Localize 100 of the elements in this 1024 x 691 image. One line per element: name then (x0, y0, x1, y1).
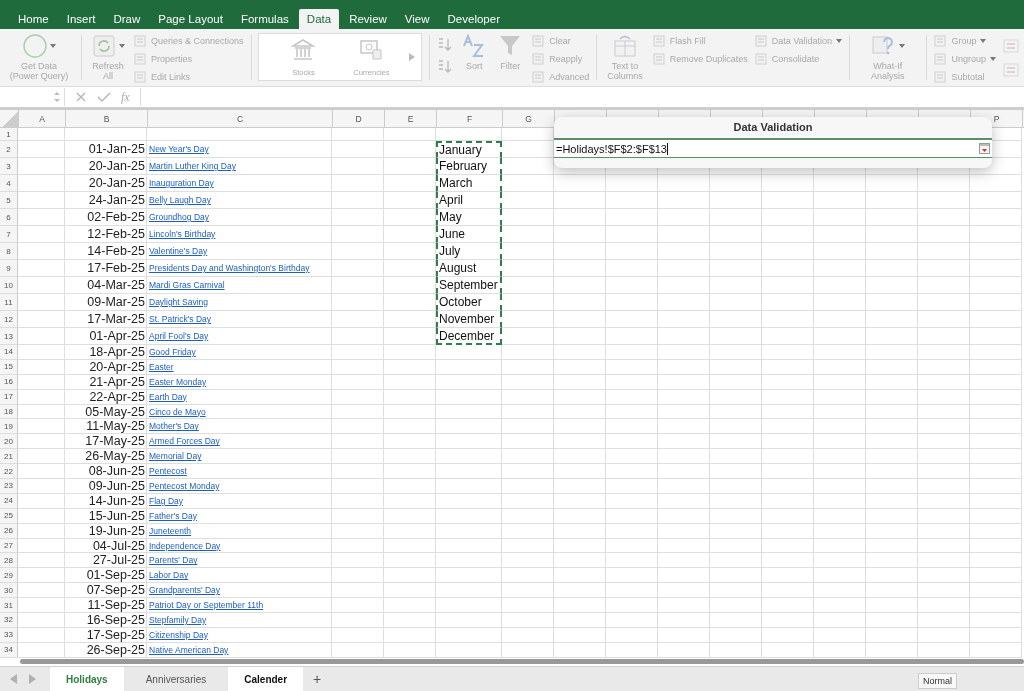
next-sheet-icon[interactable] (28, 674, 36, 684)
ribbon-tab[interactable]: Draw (105, 9, 149, 29)
row-header[interactable]: 30 (0, 583, 18, 599)
row-header[interactable]: 21 (0, 449, 18, 465)
row-header[interactable]: 31 (0, 598, 18, 614)
row-header[interactable]: 19 (0, 419, 18, 435)
sort-ascending-icon[interactable] (437, 37, 454, 53)
holiday-link[interactable]: Mardi Gras Carnival (149, 280, 225, 290)
holiday-link[interactable]: Father's Day (149, 510, 197, 521)
row-header[interactable]: 20 (0, 434, 18, 450)
stepper-icon[interactable] (54, 91, 60, 103)
holiday-link[interactable]: Pentecost (149, 466, 187, 477)
column-header[interactable]: F (437, 110, 503, 127)
holiday-link[interactable]: Martin Luther King Day (149, 161, 236, 171)
holiday-link[interactable]: Grandparents' Day (149, 585, 221, 596)
holiday-link[interactable]: Pentecost Monday (149, 480, 220, 491)
enter-icon[interactable] (97, 91, 111, 103)
date-cell: 12-Feb-25 (65, 226, 147, 243)
holiday-link[interactable]: Independence Day (149, 540, 221, 551)
ribbon-tab[interactable]: Review (341, 9, 395, 29)
holiday-link[interactable]: Citizenship Day (149, 629, 209, 640)
date-cell: 01-Jan-25 (65, 141, 147, 158)
collapse-dialog-icon[interactable] (979, 143, 990, 154)
add-sheet-button[interactable]: + (303, 667, 332, 691)
column-header[interactable]: A (19, 110, 66, 127)
row-header[interactable]: 23 (0, 479, 18, 494)
holiday-link[interactable]: April Fool's Day (149, 331, 209, 341)
holiday-link[interactable]: Mother's Day (149, 421, 199, 432)
cancel-icon[interactable] (75, 91, 87, 103)
holiday-link[interactable]: Belly Laugh Day (149, 195, 211, 205)
row-header[interactable]: 2 (0, 141, 18, 158)
holiday-link[interactable]: Daylight Saving (149, 297, 209, 307)
row-header[interactable]: 22 (0, 464, 18, 479)
holiday-link[interactable]: Earth Day (149, 391, 187, 402)
ribbon-tab[interactable]: Page Layout (150, 9, 231, 29)
ribbon-tab[interactable]: Data (298, 9, 340, 29)
holiday-link[interactable]: St. Patrick's Day (149, 314, 212, 324)
row-header[interactable]: 4 (0, 175, 18, 192)
holiday-link[interactable]: Presidents Day and Washington's Birthday (149, 263, 310, 273)
hide-detail-icon[interactable] (1001, 61, 1020, 79)
ribbon-tab[interactable]: Developer (439, 9, 508, 29)
row-header[interactable]: 6 (0, 209, 18, 226)
holiday-link[interactable]: Inauguration Day (149, 178, 214, 188)
holiday-link[interactable]: New Year's Day (149, 144, 209, 154)
date-cell: 17-Feb-25 (65, 260, 147, 277)
row-header[interactable]: 8 (0, 243, 18, 260)
sheet-tab[interactable]: Holidays (50, 667, 124, 691)
month-cell: May (436, 209, 502, 226)
row-header[interactable]: 1 (0, 128, 18, 141)
holiday-link[interactable]: Labor Day (149, 570, 189, 581)
holiday-link[interactable]: Juneteenth (149, 525, 192, 536)
row-header[interactable]: 9 (0, 260, 18, 277)
horizontal-scrollbar[interactable] (20, 659, 1024, 664)
ribbon-tab[interactable]: Formulas (232, 9, 297, 29)
holiday-link[interactable]: Cinco de Mayo (149, 406, 206, 417)
holiday-link[interactable]: Easter Monday (149, 376, 207, 387)
holiday-link[interactable]: Groundhog Day (149, 212, 209, 222)
select-all-corner[interactable] (0, 110, 19, 127)
holiday-link[interactable]: Armed Forces Day (149, 436, 220, 447)
holiday-link[interactable]: Memorial Day (149, 451, 202, 462)
row-header[interactable]: 11 (0, 294, 18, 311)
document-icon (753, 51, 768, 66)
row-header[interactable]: 29 (0, 568, 18, 584)
scroll-right-icon[interactable] (409, 53, 416, 61)
column-header[interactable]: B (66, 110, 148, 127)
holiday-link[interactable]: Stepfamily Day (149, 614, 207, 625)
row-header[interactable]: 10 (0, 277, 18, 294)
month-cell: November (436, 311, 502, 328)
caret-icon (50, 44, 56, 48)
row-header[interactable]: 3 (0, 158, 18, 175)
row-header[interactable]: 32 (0, 613, 18, 628)
column-header[interactable]: C (148, 110, 333, 127)
row-header[interactable]: 28 (0, 553, 18, 569)
ribbon-tab[interactable]: Home (10, 9, 57, 29)
holiday-link[interactable]: Lincoln's Birthday (149, 229, 216, 239)
sheet-tab[interactable]: Calender (228, 667, 304, 691)
holiday-link[interactable]: Good Friday (149, 346, 196, 357)
holiday-link[interactable]: Easter (149, 361, 174, 372)
row-header[interactable]: 12 (0, 311, 18, 328)
holiday-link[interactable]: Native American Day (149, 644, 229, 655)
date-cell: 11-May-25 (65, 419, 147, 435)
row-header[interactable]: 14 (0, 345, 18, 360)
column-header[interactable]: D (333, 110, 385, 127)
row-header[interactable]: 5 (0, 192, 18, 209)
document-icon (132, 69, 147, 84)
previous-sheet-icon[interactable] (10, 674, 18, 684)
holiday-link[interactable]: Flag Day (149, 495, 183, 506)
ribbon-tab[interactable]: View (396, 9, 438, 29)
sort-descending-icon[interactable] (437, 59, 454, 75)
document-icon (933, 51, 948, 66)
holiday-link[interactable]: Parents' Day (149, 555, 198, 566)
holiday-link[interactable]: Valentine's Day (149, 246, 208, 256)
ribbon-tab[interactable]: Insert (58, 9, 104, 29)
row-header[interactable]: 7 (0, 226, 18, 243)
range-field[interactable]: =Holidays!$F$2:$F$13 (554, 138, 992, 158)
show-detail-icon[interactable] (1001, 37, 1020, 55)
row-header[interactable]: 13 (0, 328, 18, 345)
column-header[interactable]: E (385, 110, 437, 127)
date-cell: 04-Mar-25 (65, 277, 147, 294)
holiday-link[interactable]: Patriot Day or September 11th (149, 600, 264, 611)
